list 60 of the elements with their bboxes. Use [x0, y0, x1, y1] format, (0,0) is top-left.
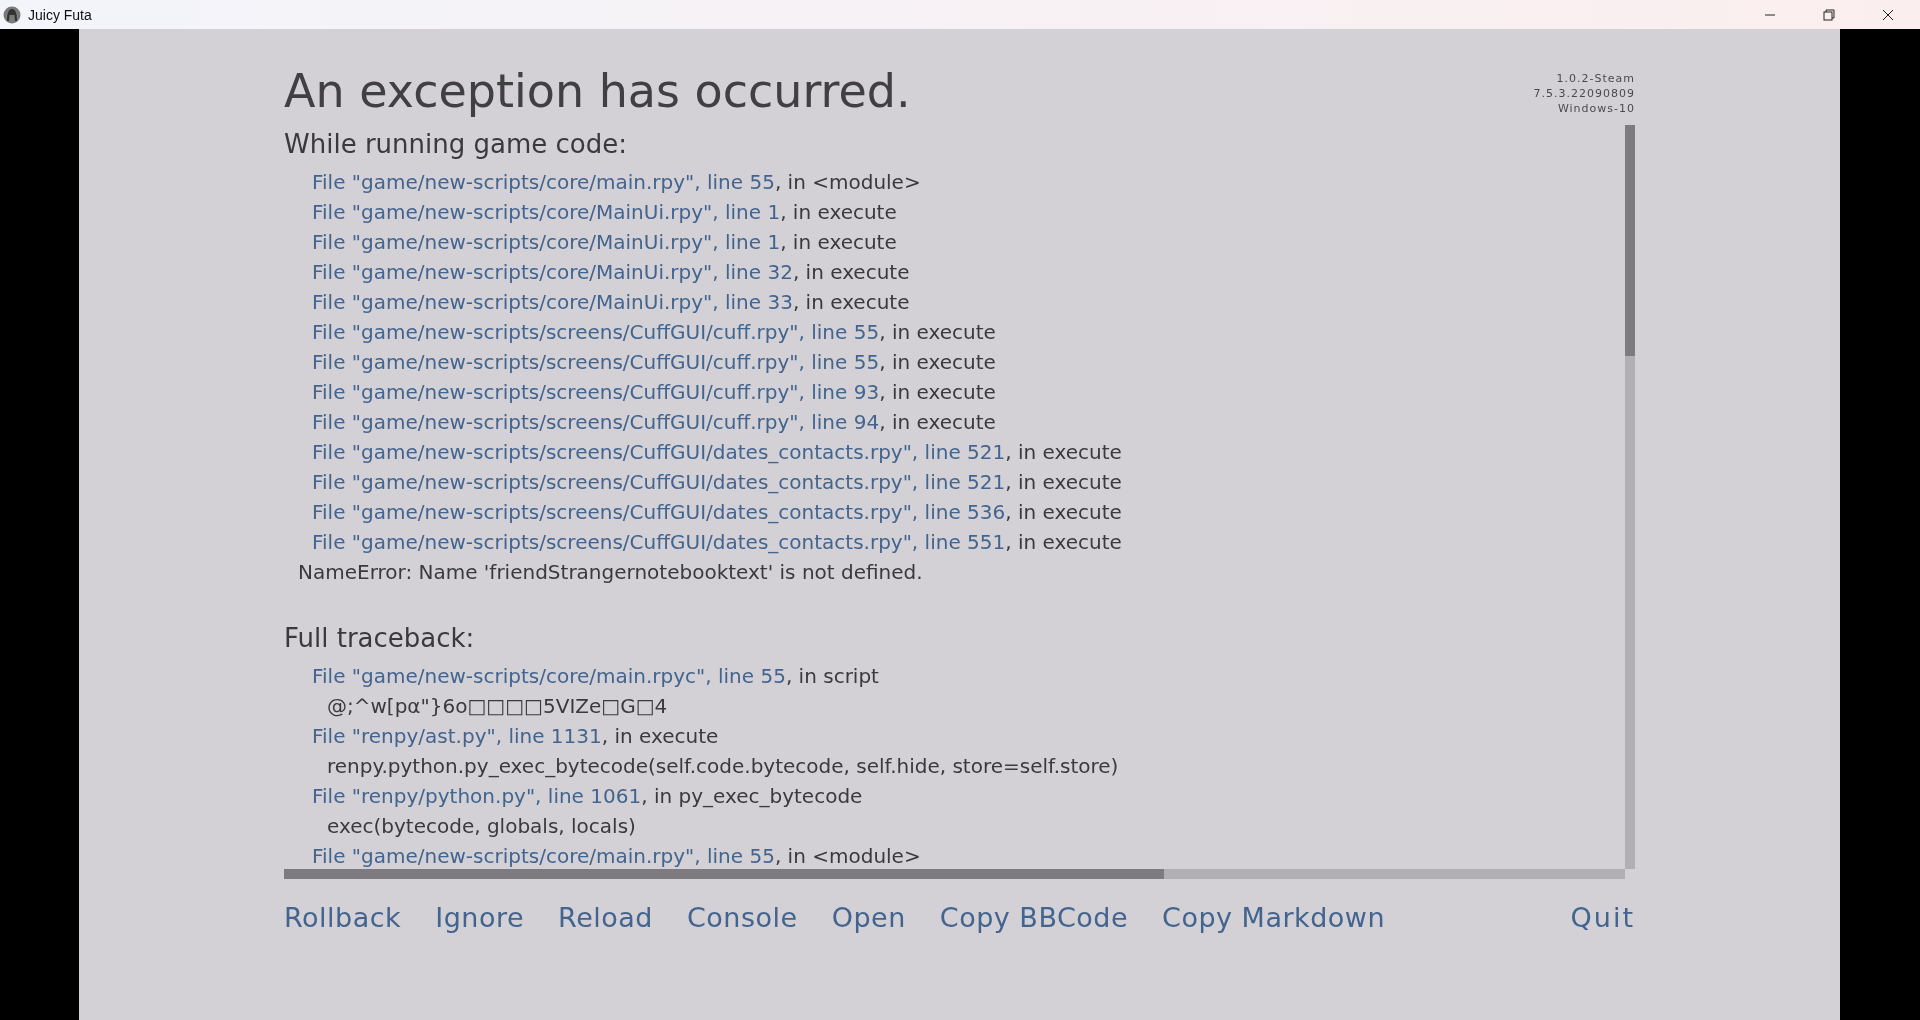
file-link[interactable]: File "game/new-scripts/screens/CuffGUI/dates_contacts.rpy", line 521 — [312, 440, 1006, 464]
frame-detail: , in execute — [1005, 530, 1122, 554]
file-link[interactable]: File "game/new-scripts/core/main.rpy", line 55 — [312, 844, 775, 868]
file-link[interactable]: File "game/new-scripts/core/main.rpy", line 55 — [312, 170, 775, 194]
action-button[interactable]: Reload — [558, 901, 653, 935]
scrollbar-thumb[interactable] — [1625, 125, 1635, 356]
frame-detail: , in execute — [879, 410, 996, 434]
frame-detail: , in execute — [1005, 440, 1122, 464]
file-link[interactable]: File "game/new-scripts/screens/CuffGUI/cuff.rpy", line 55 — [312, 320, 880, 344]
file-link[interactable]: File "renpy/ast.py", line 1131 — [312, 724, 602, 748]
vertical-scrollbar[interactable] — [1625, 125, 1635, 869]
action-button[interactable]: Console — [686, 901, 798, 935]
restore-icon[interactable] — [1823, 8, 1835, 21]
error-message: NameError: Name 'friendStrangernotebooktext' is not defined. — [298, 560, 923, 584]
frame-detail: , in execute — [879, 320, 996, 344]
file-link[interactable]: File "game/new-scripts/core/MainUi.rpy", line 1 — [312, 200, 781, 224]
action-button[interactable]: Open — [831, 901, 906, 935]
frame-detail: , in execute — [601, 724, 719, 748]
file-link[interactable]: File "game/new-scripts/screens/CuffGUI/cuff.rpy", line 94 — [312, 410, 880, 434]
file-link[interactable]: File "game/new-scripts/core/MainUi.rpy", line 32 — [312, 260, 793, 284]
action-button[interactable]: Ignore — [435, 901, 525, 935]
frame-detail: , in <module> — [774, 170, 921, 194]
error-heading: An exception has occurred. — [284, 63, 911, 120]
section-heading: Full traceback: — [284, 622, 475, 655]
file-link[interactable]: File "game/new-scripts/screens/CuffGUI/dates_contacts.rpy", line 551 — [312, 530, 1006, 554]
quit-button[interactable]: Quit — [1570, 901, 1635, 935]
code-line: renpy.python.py_exec_bytecode(self.code.bytecode, self.hide, store=self.store) — [327, 754, 1119, 778]
frame-detail: , in execute — [792, 290, 910, 314]
version-text: 7.5.3.22090809 — [1533, 86, 1635, 101]
horizontal-scrollbar[interactable] — [284, 869, 1625, 879]
section-heading: While running game code: — [284, 128, 627, 161]
code-line: exec(bytecode, globals, locals) — [327, 814, 636, 838]
window-title: Juicy Futa — [28, 6, 92, 23]
app-icon — [3, 5, 21, 24]
frame-detail: , in execute — [879, 380, 996, 404]
frame-detail: , in execute — [1005, 500, 1122, 524]
frame-detail: , in execute — [1005, 470, 1122, 494]
frame-detail: , in py_exec_bytecode — [641, 784, 863, 808]
code-line: @;^w[pα"}6o□□□□5VIZe□G□4 — [327, 694, 668, 718]
close-icon[interactable] — [1882, 8, 1894, 21]
frame-detail: , in execute — [879, 350, 996, 374]
file-link[interactable]: File "game/new-scripts/screens/CuffGUI/dates_contacts.rpy", line 521 — [312, 470, 1006, 494]
frame-detail: , in execute — [780, 200, 897, 224]
frame-detail: , in execute — [780, 230, 897, 254]
file-link[interactable]: File "game/new-scripts/screens/CuffGUI/cuff.rpy", line 55 — [312, 350, 880, 374]
version-text: 1.0.2-Steam — [1556, 71, 1635, 86]
file-link[interactable]: File "game/new-scripts/core/MainUi.rpy", line 1 — [312, 230, 781, 254]
action-button[interactable]: Rollback — [284, 901, 402, 935]
file-link[interactable]: File "renpy/python.py", line 1061 — [312, 784, 642, 808]
file-link[interactable]: File "game/new-scripts/core/main.rpyc", line 55 — [312, 664, 786, 688]
action-button[interactable]: Copy Markdown — [1162, 901, 1386, 935]
version-text: Windows-10 — [1557, 101, 1635, 116]
file-link[interactable]: File "game/new-scripts/screens/CuffGUI/cuff.rpy", line 93 — [312, 380, 880, 404]
frame-detail: , in execute — [792, 260, 910, 284]
file-link[interactable]: File "game/new-scripts/core/MainUi.rpy", line 33 — [312, 290, 793, 314]
action-button[interactable]: Copy BBCode — [939, 901, 1129, 935]
file-link[interactable]: File "game/new-scripts/screens/CuffGUI/dates_contacts.rpy", line 536 — [312, 500, 1006, 524]
frame-detail: , in <module> — [774, 844, 921, 868]
frame-detail: , in script — [785, 664, 879, 688]
scrollbar-thumb[interactable] — [284, 869, 1164, 879]
